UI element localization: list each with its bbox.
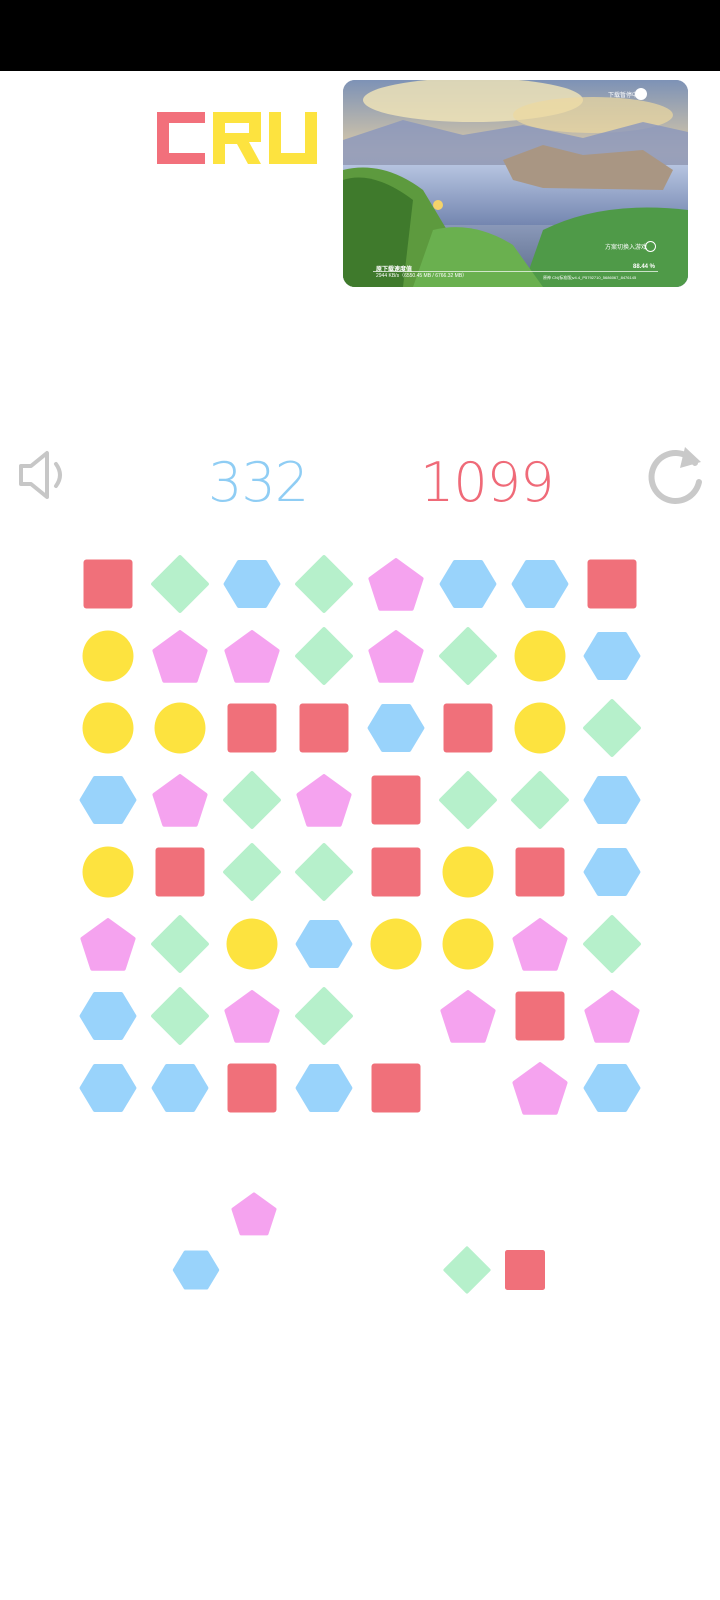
board-cell-diamond-r7c4[interactable]: [295, 987, 353, 1045]
board-cell-square-r1c1[interactable]: [83, 559, 133, 609]
board-cell-pentagon-r2c5[interactable]: [368, 630, 424, 683]
board-cell-diamond-r4c7[interactable]: [511, 771, 569, 829]
board-cell-hexagon-r4c1[interactable]: [79, 776, 137, 824]
board-cell-circle-r5c1[interactable]: [82, 846, 134, 898]
board-cell-circle-r5c6[interactable]: [442, 846, 494, 898]
board-cell-pentagon-r6c7[interactable]: [512, 918, 568, 971]
board-cell-hexagon-r5c8[interactable]: [583, 848, 641, 896]
board-cell-hexagon-r1c6[interactable]: [439, 560, 497, 608]
board-cell-square-r3c4[interactable]: [299, 703, 349, 753]
board-cell-diamond-r1c2[interactable]: [151, 555, 209, 613]
board-cell-hexagon-r8c8[interactable]: [583, 1064, 641, 1112]
board-cell-pentagon-r7c6[interactable]: [440, 990, 496, 1043]
board-cell-hexagon-r2c8[interactable]: [583, 632, 641, 680]
board-cell-square-r5c5[interactable]: [371, 847, 421, 897]
board-cell-diamond-r4c3[interactable]: [223, 771, 281, 829]
game-board[interactable]: [0, 0, 720, 1600]
board-cell-square-r5c2[interactable]: [155, 847, 205, 897]
board-cell-diamond-r1c4[interactable]: [295, 555, 353, 613]
board-cell-circle-r2c7[interactable]: [514, 630, 566, 682]
board-cell-hexagon-r7c1[interactable]: [79, 992, 137, 1040]
tray-piece-2-diamond[interactable]: [443, 1246, 491, 1294]
board-cell-square-r8c3[interactable]: [227, 1063, 277, 1113]
board-cell-square-r1c8[interactable]: [587, 559, 637, 609]
board-cell-pentagon-r7c3[interactable]: [224, 990, 280, 1043]
board-cell-circle-r3c7[interactable]: [514, 702, 566, 754]
board-cell-diamond-r2c4[interactable]: [295, 627, 353, 685]
board-cell-circle-r3c2[interactable]: [154, 702, 206, 754]
board-cell-circle-r6c6[interactable]: [442, 918, 494, 970]
board-cell-diamond-r3c8[interactable]: [583, 699, 641, 757]
board-cell-square-r3c6[interactable]: [443, 703, 493, 753]
tray-piece-1-pentagon[interactable]: [231, 1192, 277, 1236]
board-cell-diamond-r5c3[interactable]: [223, 843, 281, 901]
board-cell-hexagon-r1c3[interactable]: [223, 560, 281, 608]
tray-piece-1-hexagon[interactable]: [172, 1250, 220, 1290]
board-cell-pentagon-r4c4[interactable]: [296, 774, 352, 827]
board-cell-pentagon-r8c7[interactable]: [512, 1062, 568, 1115]
board-cell-diamond-r7c2[interactable]: [151, 987, 209, 1045]
board-cell-hexagon-r1c7[interactable]: [511, 560, 569, 608]
board-cell-hexagon-r8c2[interactable]: [151, 1064, 209, 1112]
board-cell-pentagon-r6c1[interactable]: [80, 918, 136, 971]
board-cell-square-r3c3[interactable]: [227, 703, 277, 753]
board-cell-circle-r2c1[interactable]: [82, 630, 134, 682]
board-cell-hexagon-r6c4[interactable]: [295, 920, 353, 968]
board-cell-square-r8c5[interactable]: [371, 1063, 421, 1113]
board-cell-square-r4c5[interactable]: [371, 775, 421, 825]
board-cell-diamond-r5c4[interactable]: [295, 843, 353, 901]
board-cell-square-r5c7[interactable]: [515, 847, 565, 897]
board-cell-hexagon-r4c8[interactable]: [583, 776, 641, 824]
board-cell-circle-r6c3[interactable]: [226, 918, 278, 970]
board-cell-diamond-r4c6[interactable]: [439, 771, 497, 829]
board-cell-diamond-r6c2[interactable]: [151, 915, 209, 973]
board-cell-hexagon-r3c5[interactable]: [367, 704, 425, 752]
board-cell-diamond-r2c6[interactable]: [439, 627, 497, 685]
board-cell-pentagon-r2c2[interactable]: [152, 630, 208, 683]
board-cell-circle-r6c5[interactable]: [370, 918, 422, 970]
board-cell-hexagon-r8c1[interactable]: [79, 1064, 137, 1112]
board-cell-pentagon-r1c5[interactable]: [368, 558, 424, 611]
board-cell-pentagon-r4c2[interactable]: [152, 774, 208, 827]
board-cell-pentagon-r7c8[interactable]: [584, 990, 640, 1043]
board-cell-diamond-r6c8[interactable]: [583, 915, 641, 973]
tray-piece-2-square[interactable]: [505, 1250, 545, 1290]
board-cell-pentagon-r2c3[interactable]: [224, 630, 280, 683]
board-cell-square-r7c7[interactable]: [515, 991, 565, 1041]
board-cell-circle-r3c1[interactable]: [82, 702, 134, 754]
board-cell-hexagon-r8c4[interactable]: [295, 1064, 353, 1112]
